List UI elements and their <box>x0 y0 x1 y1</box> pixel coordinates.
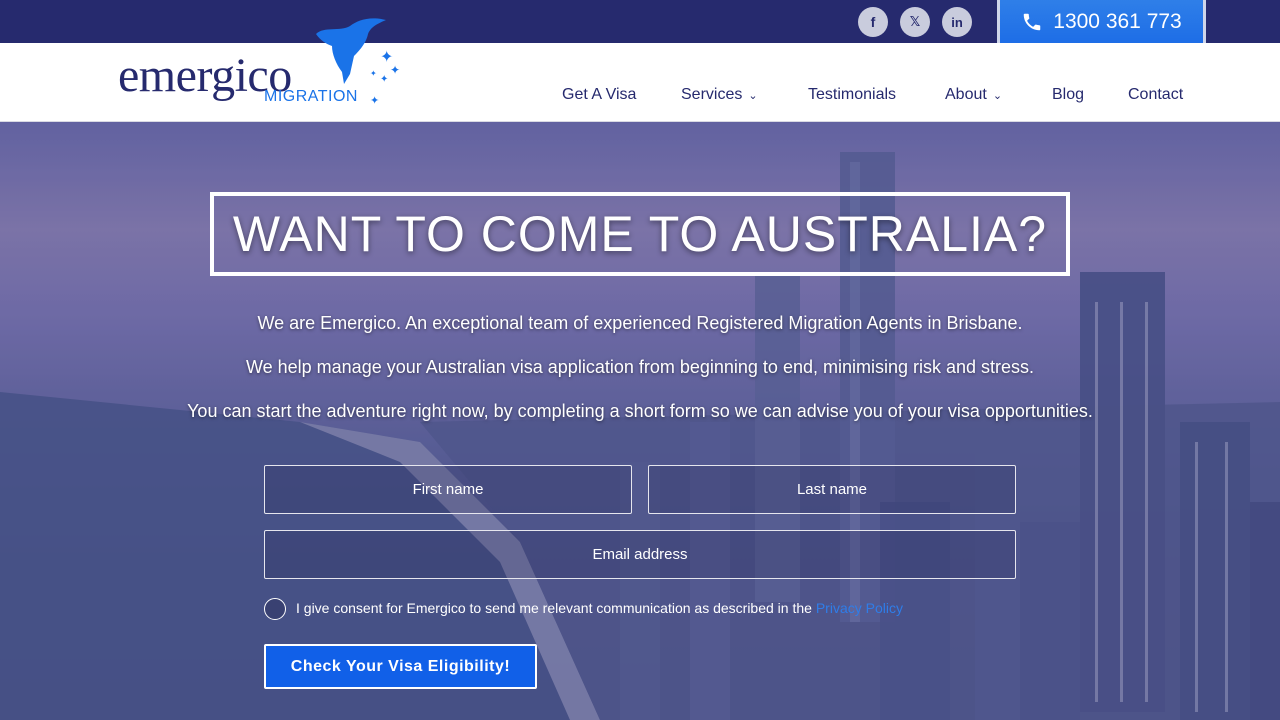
nav-about[interactable]: About ⌄ <box>945 86 1002 104</box>
last-name-placeholder: Last name <box>796 481 868 498</box>
hero-headline-box: WANT TO COME TO AUSTRALIA? <box>210 192 1070 276</box>
x-twitter-icon[interactable]: 𝕏 <box>900 7 930 37</box>
chevron-down-icon: ⌄ <box>748 89 758 102</box>
nav-label: About <box>945 86 987 103</box>
chevron-down-icon: ⌄ <box>992 89 1003 102</box>
phone-number: 1300 361 773 <box>1053 10 1182 33</box>
consent-text: I give consent for Emergico to send me r… <box>296 600 903 616</box>
nav-blog[interactable]: Blog <box>1052 86 1084 104</box>
nav-contact[interactable]: Contact <box>1128 86 1183 104</box>
svg-text:✦: ✦ <box>380 74 388 85</box>
nav-label: Testimonials <box>808 86 897 103</box>
svg-text:✦: ✦ <box>390 63 400 77</box>
facebook-icon[interactable]: f <box>858 7 888 37</box>
consent-checkbox[interactable] <box>264 598 286 620</box>
nav-services[interactable]: Services ⌄ <box>681 86 758 104</box>
email-placeholder: Email address <box>592 546 688 563</box>
svg-text:✦: ✦ <box>370 69 377 78</box>
nav-get-a-visa[interactable]: Get A Visa <box>562 86 636 104</box>
check-eligibility-label: Check Your Visa Eligibility! <box>290 657 511 675</box>
logo-subtitle: MIGRATION <box>264 88 358 105</box>
hero-headline: WANT TO COME TO AUSTRALIA? <box>232 206 1048 262</box>
nav-testimonials[interactable]: Testimonials <box>808 86 896 104</box>
hero-paragraph-3: You can start the adventure right now, b… <box>187 401 1093 421</box>
last-name-field[interactable]: Last name <box>648 465 1016 514</box>
svg-text:✦: ✦ <box>370 95 379 107</box>
nav-label: Blog <box>1052 86 1085 103</box>
email-field[interactable]: Email address <box>264 530 1016 579</box>
phone-icon <box>1024 13 1041 31</box>
first-name-field[interactable]: First name <box>264 465 632 514</box>
hero-paragraph-1: We are Emergico. An exceptional team of … <box>257 313 1023 333</box>
nav-label: Services <box>681 86 743 103</box>
logo[interactable]: ✦ ✦ ✦ ✦ ✦ emergico MIGRATION <box>118 14 403 114</box>
linkedin-icon[interactable]: in <box>942 7 972 37</box>
nav-label: Contact <box>1128 86 1184 103</box>
nav-label: Get A Visa <box>562 86 637 103</box>
privacy-policy-link[interactable]: Privacy Policy <box>816 600 903 616</box>
first-name-placeholder: First name <box>412 481 484 498</box>
consent-label: I give consent for Emergico to send me r… <box>296 600 816 616</box>
check-eligibility-button[interactable]: Check Your Visa Eligibility! <box>264 644 537 689</box>
hero-paragraph-2: We help manage your Australian visa appl… <box>245 357 1035 377</box>
